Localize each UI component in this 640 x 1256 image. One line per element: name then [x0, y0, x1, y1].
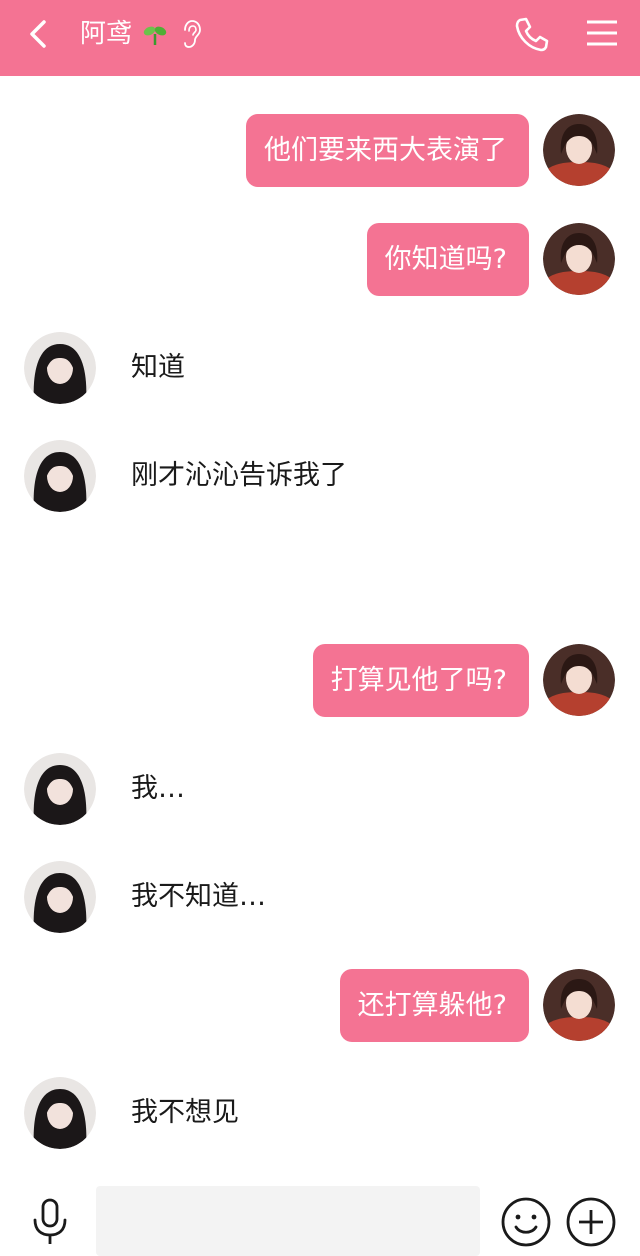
- message-bubble[interactable]: 你知道吗?: [366, 223, 529, 296]
- message-text[interactable]: 我不知道…: [131, 861, 266, 933]
- self-avatar[interactable]: [543, 223, 615, 295]
- message-bubble[interactable]: 他们要来西大表演了: [246, 114, 529, 187]
- message-row-outgoing: 还打算躲他?: [0, 969, 640, 1043]
- contact-title-area: 阿鸢: [80, 14, 202, 54]
- message-row-incoming: 知道: [0, 332, 640, 406]
- message-bubble[interactable]: 打算见他了吗?: [312, 644, 529, 717]
- more-options-button[interactable]: [565, 1196, 617, 1248]
- plus-circle-icon: [566, 1197, 616, 1247]
- message-row-outgoing: 他们要来西大表演了: [0, 114, 640, 188]
- message-text[interactable]: 我不想见: [131, 1077, 239, 1149]
- message-text[interactable]: 我…: [131, 753, 185, 825]
- contact-avatar[interactable]: [24, 861, 96, 933]
- self-avatar[interactable]: [543, 114, 615, 186]
- menu-icon: [587, 20, 617, 46]
- voice-input-button[interactable]: [28, 1198, 72, 1246]
- message-row-incoming: 我不知道…: [0, 861, 640, 935]
- contact-avatar[interactable]: [24, 332, 96, 404]
- message-input[interactable]: [96, 1186, 480, 1256]
- contact-avatar[interactable]: [24, 1077, 96, 1149]
- chevron-left-icon: [30, 20, 46, 48]
- message-bubble[interactable]: 还打算躲他?: [339, 969, 529, 1042]
- emoji-button[interactable]: [500, 1196, 552, 1248]
- menu-button[interactable]: [584, 14, 620, 54]
- message-row-outgoing: 打算见他了吗?: [0, 644, 640, 718]
- message-row-incoming: 我…: [0, 753, 640, 827]
- back-button[interactable]: [24, 14, 56, 54]
- contact-avatar[interactable]: [24, 753, 96, 825]
- phone-icon: [515, 17, 549, 52]
- microphone-icon: [33, 1198, 67, 1244]
- smiley-icon: [501, 1197, 551, 1247]
- contact-name: 阿鸢: [80, 19, 133, 49]
- message-row-outgoing: 你知道吗?: [0, 223, 640, 297]
- message-text[interactable]: 知道: [131, 332, 185, 404]
- sprout-icon: [143, 26, 167, 45]
- voice-call-button[interactable]: [512, 14, 552, 54]
- self-avatar[interactable]: [543, 969, 615, 1041]
- message-row-incoming: 刚才沁沁告诉我了: [0, 440, 640, 514]
- message-row-incoming: 我不想见: [0, 1077, 640, 1151]
- self-avatar[interactable]: [543, 644, 615, 716]
- input-bar: [0, 1170, 640, 1256]
- chat-header: 阿鸢: [0, 0, 640, 76]
- ear-icon: [184, 20, 201, 48]
- contact-avatar[interactable]: [24, 440, 96, 512]
- message-text[interactable]: 刚才沁沁告诉我了: [131, 440, 347, 512]
